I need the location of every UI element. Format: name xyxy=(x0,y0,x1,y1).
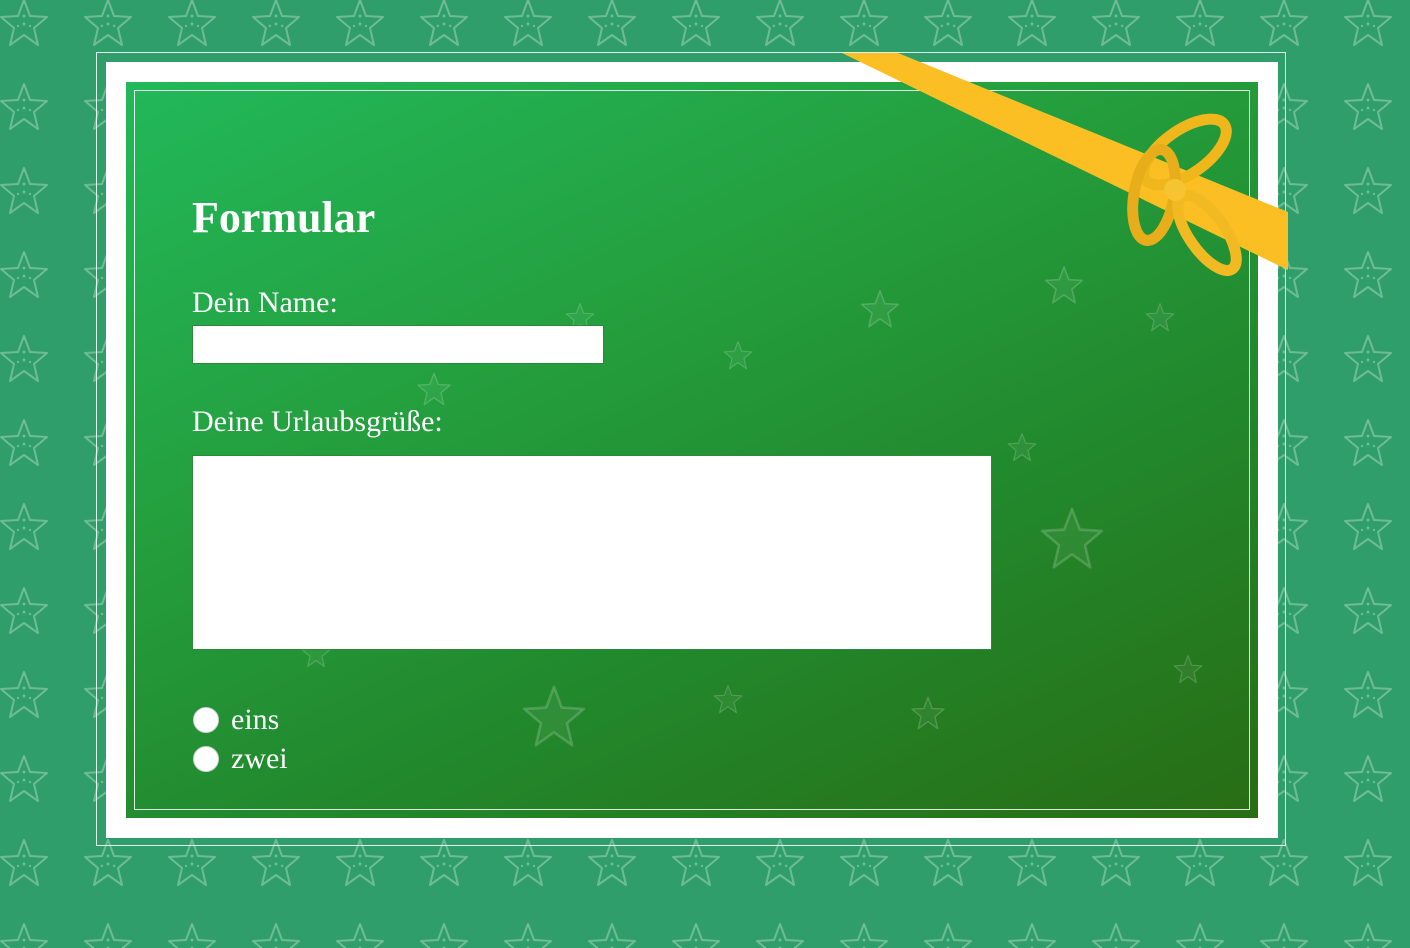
holiday-greetings-textarea[interactable] xyxy=(192,455,992,650)
radio-option-zwei[interactable]: zwei xyxy=(193,743,288,775)
name-input[interactable] xyxy=(192,325,604,364)
radio-button-zwei[interactable] xyxy=(193,746,219,772)
ribbon-bow-icon xyxy=(842,53,1288,276)
radio-label-eins: eins xyxy=(231,703,280,736)
radio-label-zwei: zwei xyxy=(231,742,288,775)
name-label: Dein Name: xyxy=(192,286,338,319)
radio-option-eins[interactable]: eins xyxy=(193,704,279,736)
message-label: Deine Urlaubsgrüße: xyxy=(192,405,443,438)
form-title: Formular xyxy=(192,193,376,242)
radio-button-eins[interactable] xyxy=(193,707,219,733)
